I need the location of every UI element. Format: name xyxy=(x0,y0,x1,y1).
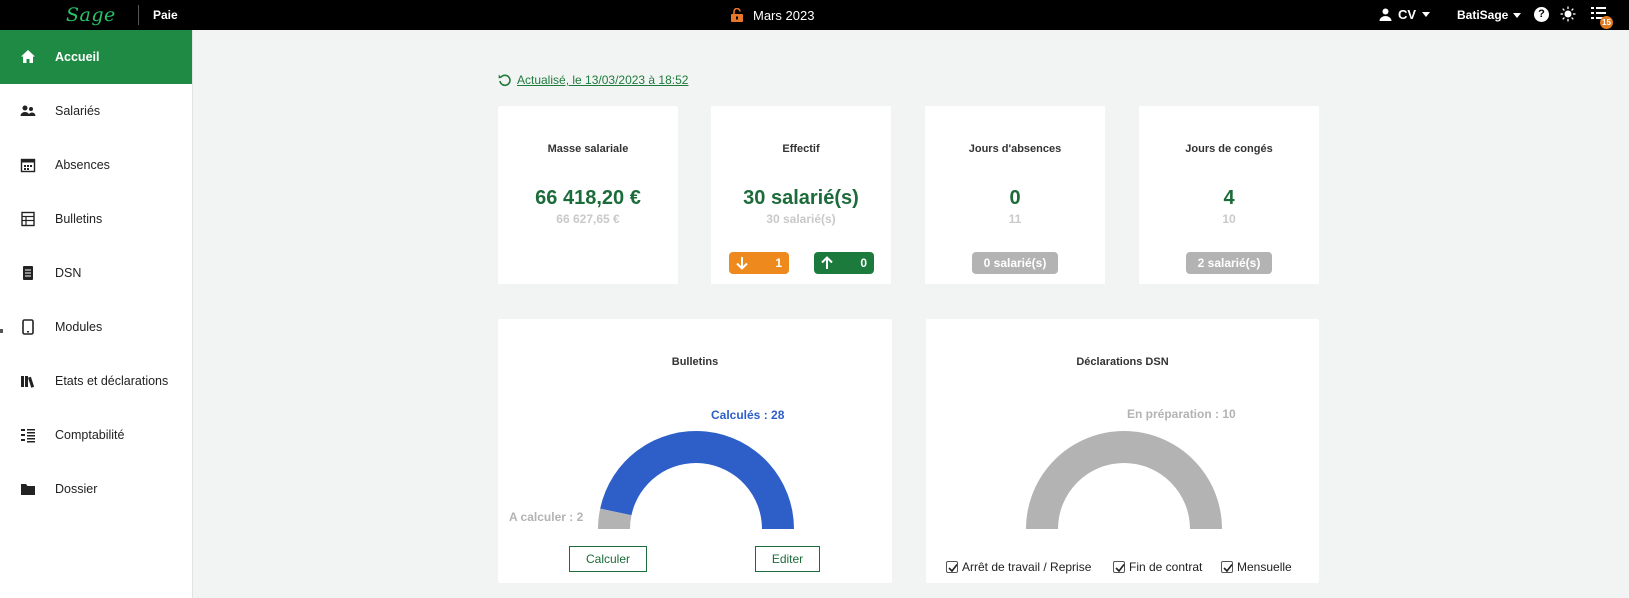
sidebar-item-salaries[interactable]: Salariés xyxy=(0,84,192,138)
bulletins-panel: Bulletins Calculés : 28 A calculer : 2 C… xyxy=(498,319,892,583)
sidebar-item-absences[interactable]: Absences xyxy=(0,138,192,192)
sidebar-item-label: DSN xyxy=(55,266,82,280)
sidebar-item-label: Dossier xyxy=(55,482,98,496)
check-icon xyxy=(1115,564,1125,573)
kpi-previous-value: 11 xyxy=(1008,212,1022,226)
refresh-link[interactable]: Actualisé, le 13/03/2023 à 18:52 xyxy=(498,73,688,87)
calendar-icon xyxy=(20,158,36,173)
check-icon xyxy=(1223,564,1233,573)
gauge-segment-in-preparation[interactable] xyxy=(1026,431,1222,529)
filter-mensuelle-checkbox[interactable]: Mensuelle xyxy=(1221,560,1292,574)
kpi-title: Masse salariale xyxy=(547,143,629,155)
kpi-card-effectif[interactable]: Effectif 30 salarié(s) 30 salarié(s) 1 0 xyxy=(711,106,891,284)
period-label: Mars 2023 xyxy=(753,7,815,23)
sage-logo[interactable]: Sage xyxy=(66,4,116,26)
refresh-icon xyxy=(498,74,511,87)
dsn-gauge[interactable] xyxy=(1024,429,1224,534)
folder-icon xyxy=(21,484,35,495)
gauge-segment-calculated[interactable] xyxy=(600,430,794,529)
filter-fin-contrat-checkbox[interactable]: Fin de contrat xyxy=(1113,560,1202,574)
sidebar-item-label: Bulletins xyxy=(55,212,103,226)
chevron-down-icon xyxy=(1513,12,1522,18)
arrow-down-icon xyxy=(736,257,748,270)
refresh-label: Actualisé, le 13/03/2023 à 18:52 xyxy=(517,73,689,87)
lock-open-icon xyxy=(731,8,743,22)
arrivals-count: 0 xyxy=(860,256,867,270)
to-calculate-label: A calculer : 2 xyxy=(509,510,584,524)
lightbulb-icon[interactable] xyxy=(1560,6,1576,22)
sidebar-item-label: Etats et déclarations xyxy=(55,374,169,388)
checkbox-label: Mensuelle xyxy=(1237,560,1292,574)
bulletins-gauge[interactable] xyxy=(596,429,796,534)
sidebar-item-dossier[interactable]: Dossier xyxy=(0,462,192,516)
checkbox-label: Arrêt de travail / Reprise xyxy=(962,560,1092,574)
employees-badge[interactable]: 2 salarié(s) xyxy=(1186,252,1272,274)
kpi-value: 30 salarié(s) xyxy=(743,187,859,209)
company-name: BatiSage xyxy=(1457,8,1509,22)
list-icon xyxy=(21,429,35,443)
period-selector[interactable]: Mars 2023 xyxy=(730,6,814,24)
app-name: Paie xyxy=(153,8,178,22)
document-icon xyxy=(23,266,33,280)
kpi-card-jours-absences[interactable]: Jours d'absences 0 11 0 salarié(s) xyxy=(925,106,1105,284)
table-icon xyxy=(21,211,35,227)
departures-count: 1 xyxy=(775,256,782,270)
users-icon xyxy=(20,105,36,116)
sidebar-item-etats[interactable]: Etats et déclarations xyxy=(0,354,192,408)
sidebar-item-comptabilite[interactable]: Comptabilité xyxy=(0,408,192,462)
company-menu[interactable]: BatiSage xyxy=(1457,8,1522,22)
chevron-down-icon xyxy=(1422,12,1431,17)
kpi-value: 0 xyxy=(1009,187,1021,209)
sidebar-item-modules[interactable]: Modules xyxy=(0,300,192,354)
home-icon xyxy=(21,50,35,63)
filter-arret-travail-checkbox[interactable]: Arrêt de travail / Reprise xyxy=(946,560,1091,574)
sidebar-item-accueil[interactable]: Accueil xyxy=(0,30,192,84)
calculate-button[interactable]: Calculer xyxy=(569,546,647,572)
check-icon xyxy=(948,564,958,573)
sidebar: Accueil Salariés Absences Bulletins DSN … xyxy=(0,30,193,598)
checkbox[interactable] xyxy=(1221,561,1233,573)
arrivals-badge[interactable]: 0 xyxy=(814,252,874,274)
user-icon xyxy=(1379,8,1392,21)
kpi-title: Effectif xyxy=(782,143,820,155)
tablet-icon xyxy=(22,319,34,335)
notification-badge[interactable]: 15 xyxy=(1600,16,1613,29)
panel-title: Bulletins xyxy=(671,356,719,368)
checkbox[interactable] xyxy=(946,561,958,573)
sidebar-item-bulletins[interactable]: Bulletins xyxy=(0,192,192,246)
sidebar-item-label: Accueil xyxy=(55,50,100,64)
kpi-previous-value: 10 xyxy=(1222,212,1236,226)
panel-title: Déclarations DSN xyxy=(1076,356,1169,368)
sidebar-item-label: Modules xyxy=(55,320,103,334)
books-icon xyxy=(21,376,35,388)
kpi-previous-value: 30 salarié(s) xyxy=(766,212,836,226)
logo-divider xyxy=(138,5,139,25)
kpi-card-masse-salariale[interactable]: Masse salariale 66 418,20 € 66 627,65 € xyxy=(498,106,678,284)
kpi-title: Jours d'absences xyxy=(968,143,1062,155)
top-bar: Sage Paie Mars 2023 CV BatiSage ? 15 xyxy=(0,0,1629,30)
arrow-up-icon xyxy=(821,256,833,269)
kpi-previous-value: 66 627,65 € xyxy=(556,212,620,226)
departures-badge[interactable]: 1 xyxy=(729,252,789,274)
sidebar-item-label: Salariés xyxy=(55,104,101,118)
kpi-title: Jours de congés xyxy=(1185,143,1273,155)
user-menu[interactable]: CV xyxy=(1379,7,1431,22)
user-initials: CV xyxy=(1398,7,1417,22)
sidebar-item-label: Comptabilité xyxy=(55,428,125,442)
kpi-value: 4 xyxy=(1223,187,1235,209)
dsn-panel: Déclarations DSN En préparation : 10 Arr… xyxy=(926,319,1319,583)
kpi-value: 66 418,20 € xyxy=(535,187,641,209)
sidebar-item-label: Absences xyxy=(55,158,110,172)
sidebar-scroll-marker xyxy=(0,329,3,333)
calculated-label: Calculés : 28 xyxy=(711,408,785,422)
checkbox[interactable] xyxy=(1113,561,1125,573)
checkbox-label: Fin de contrat xyxy=(1129,560,1203,574)
edit-button[interactable]: Editer xyxy=(755,546,820,572)
in-preparation-label: En préparation : 10 xyxy=(1127,407,1236,421)
employees-badge[interactable]: 0 salarié(s) xyxy=(972,252,1058,274)
help-icon[interactable]: ? xyxy=(1534,7,1549,22)
kpi-card-jours-conges[interactable]: Jours de congés 4 10 2 salarié(s) xyxy=(1139,106,1319,284)
sidebar-item-dsn[interactable]: DSN xyxy=(0,246,192,300)
